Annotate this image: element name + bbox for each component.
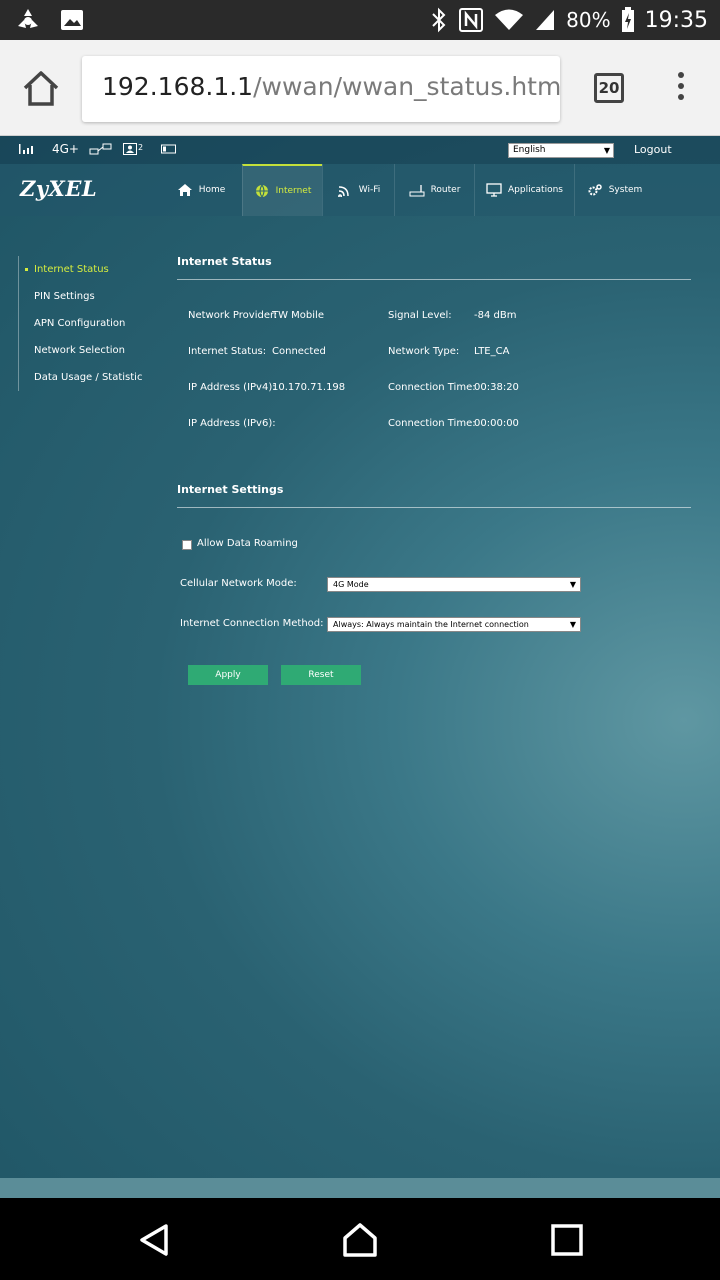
nfc-icon [459, 8, 484, 32]
page-bottom-strip [0, 1178, 720, 1198]
connection-method-value: Always: Always maintain the Internet con… [333, 620, 529, 629]
signal-level-value: -84 dBm [474, 310, 517, 321]
tab-switcher-button[interactable]: 20 [594, 73, 624, 103]
ipv4-value: 10.170.71.198 [272, 382, 346, 393]
monitor-icon [486, 183, 502, 197]
battery-charging-icon [621, 7, 634, 32]
language-value: English [513, 145, 546, 155]
sidebar-item-data-usage[interactable]: Data Usage / Statistic [19, 364, 168, 391]
section-divider [177, 279, 691, 280]
battery-percentage: 80% [566, 8, 611, 32]
sidebar-item-apn-configuration[interactable]: APN Configuration [19, 310, 168, 337]
internet-settings-heading: Internet Settings [177, 483, 284, 496]
ipv6-label: IP Address (IPv6): [188, 418, 276, 429]
cellular-mode-label: Cellular Network Mode: [180, 578, 297, 589]
pinwheel-icon [18, 9, 38, 28]
url-bar[interactable]: 192.168.1.1/wwan/wwan_status.htm [82, 56, 560, 122]
nav-system[interactable]: System [574, 164, 654, 216]
android-status-bar: 80% 19:35 [0, 0, 720, 40]
nav-home-label: Home [198, 185, 226, 195]
router-main-nav: ZyXEL Home Internet Wi-Fi Router Applica… [0, 164, 720, 216]
connected-users-count: 2 [138, 143, 144, 152]
cellular-mode-select[interactable]: 4G Mode ▼ [327, 577, 581, 592]
url-host: 192.168.1.1 [102, 72, 254, 101]
recent-apps-icon[interactable] [551, 1224, 583, 1256]
zyxel-logo: ZyXEL [20, 176, 98, 201]
nav-wifi-label: Wi-Fi [358, 185, 381, 195]
user-icon [123, 143, 137, 155]
router-top-strip: 4G+ 2 English ▼ Logout [0, 136, 720, 164]
cellular-mode-value: 4G Mode [333, 580, 369, 589]
network-type-indicator: 4G+ [52, 142, 79, 156]
ipv4-label: IP Address (IPv4): [188, 382, 276, 393]
signal-level-label: Signal Level: [388, 310, 452, 321]
wifi-icon [495, 9, 524, 30]
sidebar-item-pin-settings[interactable]: PIN Settings [19, 283, 168, 310]
chevron-down-icon: ▼ [569, 620, 576, 629]
nav-home[interactable]: Home [162, 164, 240, 216]
language-select[interactable]: English ▼ [508, 143, 614, 158]
apply-button[interactable]: Apply [188, 665, 268, 685]
network-provider-label: Network Provider: [188, 310, 278, 321]
connection-time-ipv4-value: 00:38:20 [474, 382, 519, 393]
battery-icon [161, 144, 177, 154]
connection-time-label-ipv6: Connection Time: [388, 418, 476, 429]
url-path: /wwan/wwan_status.htm [253, 72, 560, 101]
signal-strength-icon [19, 144, 33, 154]
bluetooth-icon [432, 7, 446, 33]
nav-applications-label: Applications [508, 185, 563, 195]
nav-router[interactable]: Router [394, 164, 474, 216]
internet-status-heading: Internet Status [177, 255, 272, 268]
nav-applications[interactable]: Applications [474, 164, 574, 216]
cell-signal-icon [536, 10, 555, 30]
connection-time-label: Connection Time: [388, 382, 476, 393]
nav-internet[interactable]: Internet [242, 164, 322, 216]
home-icon[interactable] [20, 68, 62, 110]
home-icon [177, 184, 192, 196]
connection-method-label: Internet Connection Method: [180, 618, 324, 629]
nav-internet-label: Internet [275, 186, 312, 196]
network-type-value: LTE_CA [474, 346, 510, 357]
chevron-down-icon: ▼ [603, 146, 610, 155]
router-page: 4G+ 2 English ▼ Logout ZyXEL Home Intern… [0, 136, 720, 1198]
home-button-icon[interactable] [341, 1222, 379, 1258]
section-divider [177, 507, 691, 508]
back-icon[interactable] [136, 1222, 172, 1258]
allow-roaming-label[interactable]: Allow Data Roaming [197, 538, 298, 549]
allow-roaming-checkbox[interactable] [182, 540, 192, 550]
image-icon [61, 10, 83, 30]
globe-icon [255, 184, 268, 198]
nav-router-label: Router [430, 185, 461, 195]
network-type-label: Network Type: [388, 346, 460, 357]
clock: 19:35 [644, 7, 708, 33]
router-icon [409, 185, 425, 197]
reset-button[interactable]: Reset [281, 665, 361, 685]
network-provider-value: TW Mobile [272, 310, 324, 321]
internet-status-value: Connected [272, 346, 326, 357]
connection-time-ipv6-value: 00:00:00 [474, 418, 519, 429]
gear-icon [588, 184, 602, 196]
lan-icon [89, 143, 112, 155]
sidebar-item-internet-status[interactable]: Internet Status [19, 256, 168, 283]
browser-toolbar: 192.168.1.1/wwan/wwan_status.htm 20 [0, 40, 720, 136]
android-navigation-bar [0, 1198, 720, 1280]
internet-status-label: Internet Status: [188, 346, 267, 357]
overflow-menu-icon[interactable] [676, 72, 686, 106]
nav-wifi[interactable]: Wi-Fi [322, 164, 394, 216]
sidebar-item-network-selection[interactable]: Network Selection [19, 337, 168, 364]
sidebar: Internet Status PIN Settings APN Configu… [18, 256, 168, 391]
wifi-icon [337, 186, 349, 197]
nav-system-label: System [608, 185, 643, 195]
connection-method-select[interactable]: Always: Always maintain the Internet con… [327, 617, 581, 632]
logout-link[interactable]: Logout [634, 143, 672, 156]
chevron-down-icon: ▼ [569, 580, 576, 589]
